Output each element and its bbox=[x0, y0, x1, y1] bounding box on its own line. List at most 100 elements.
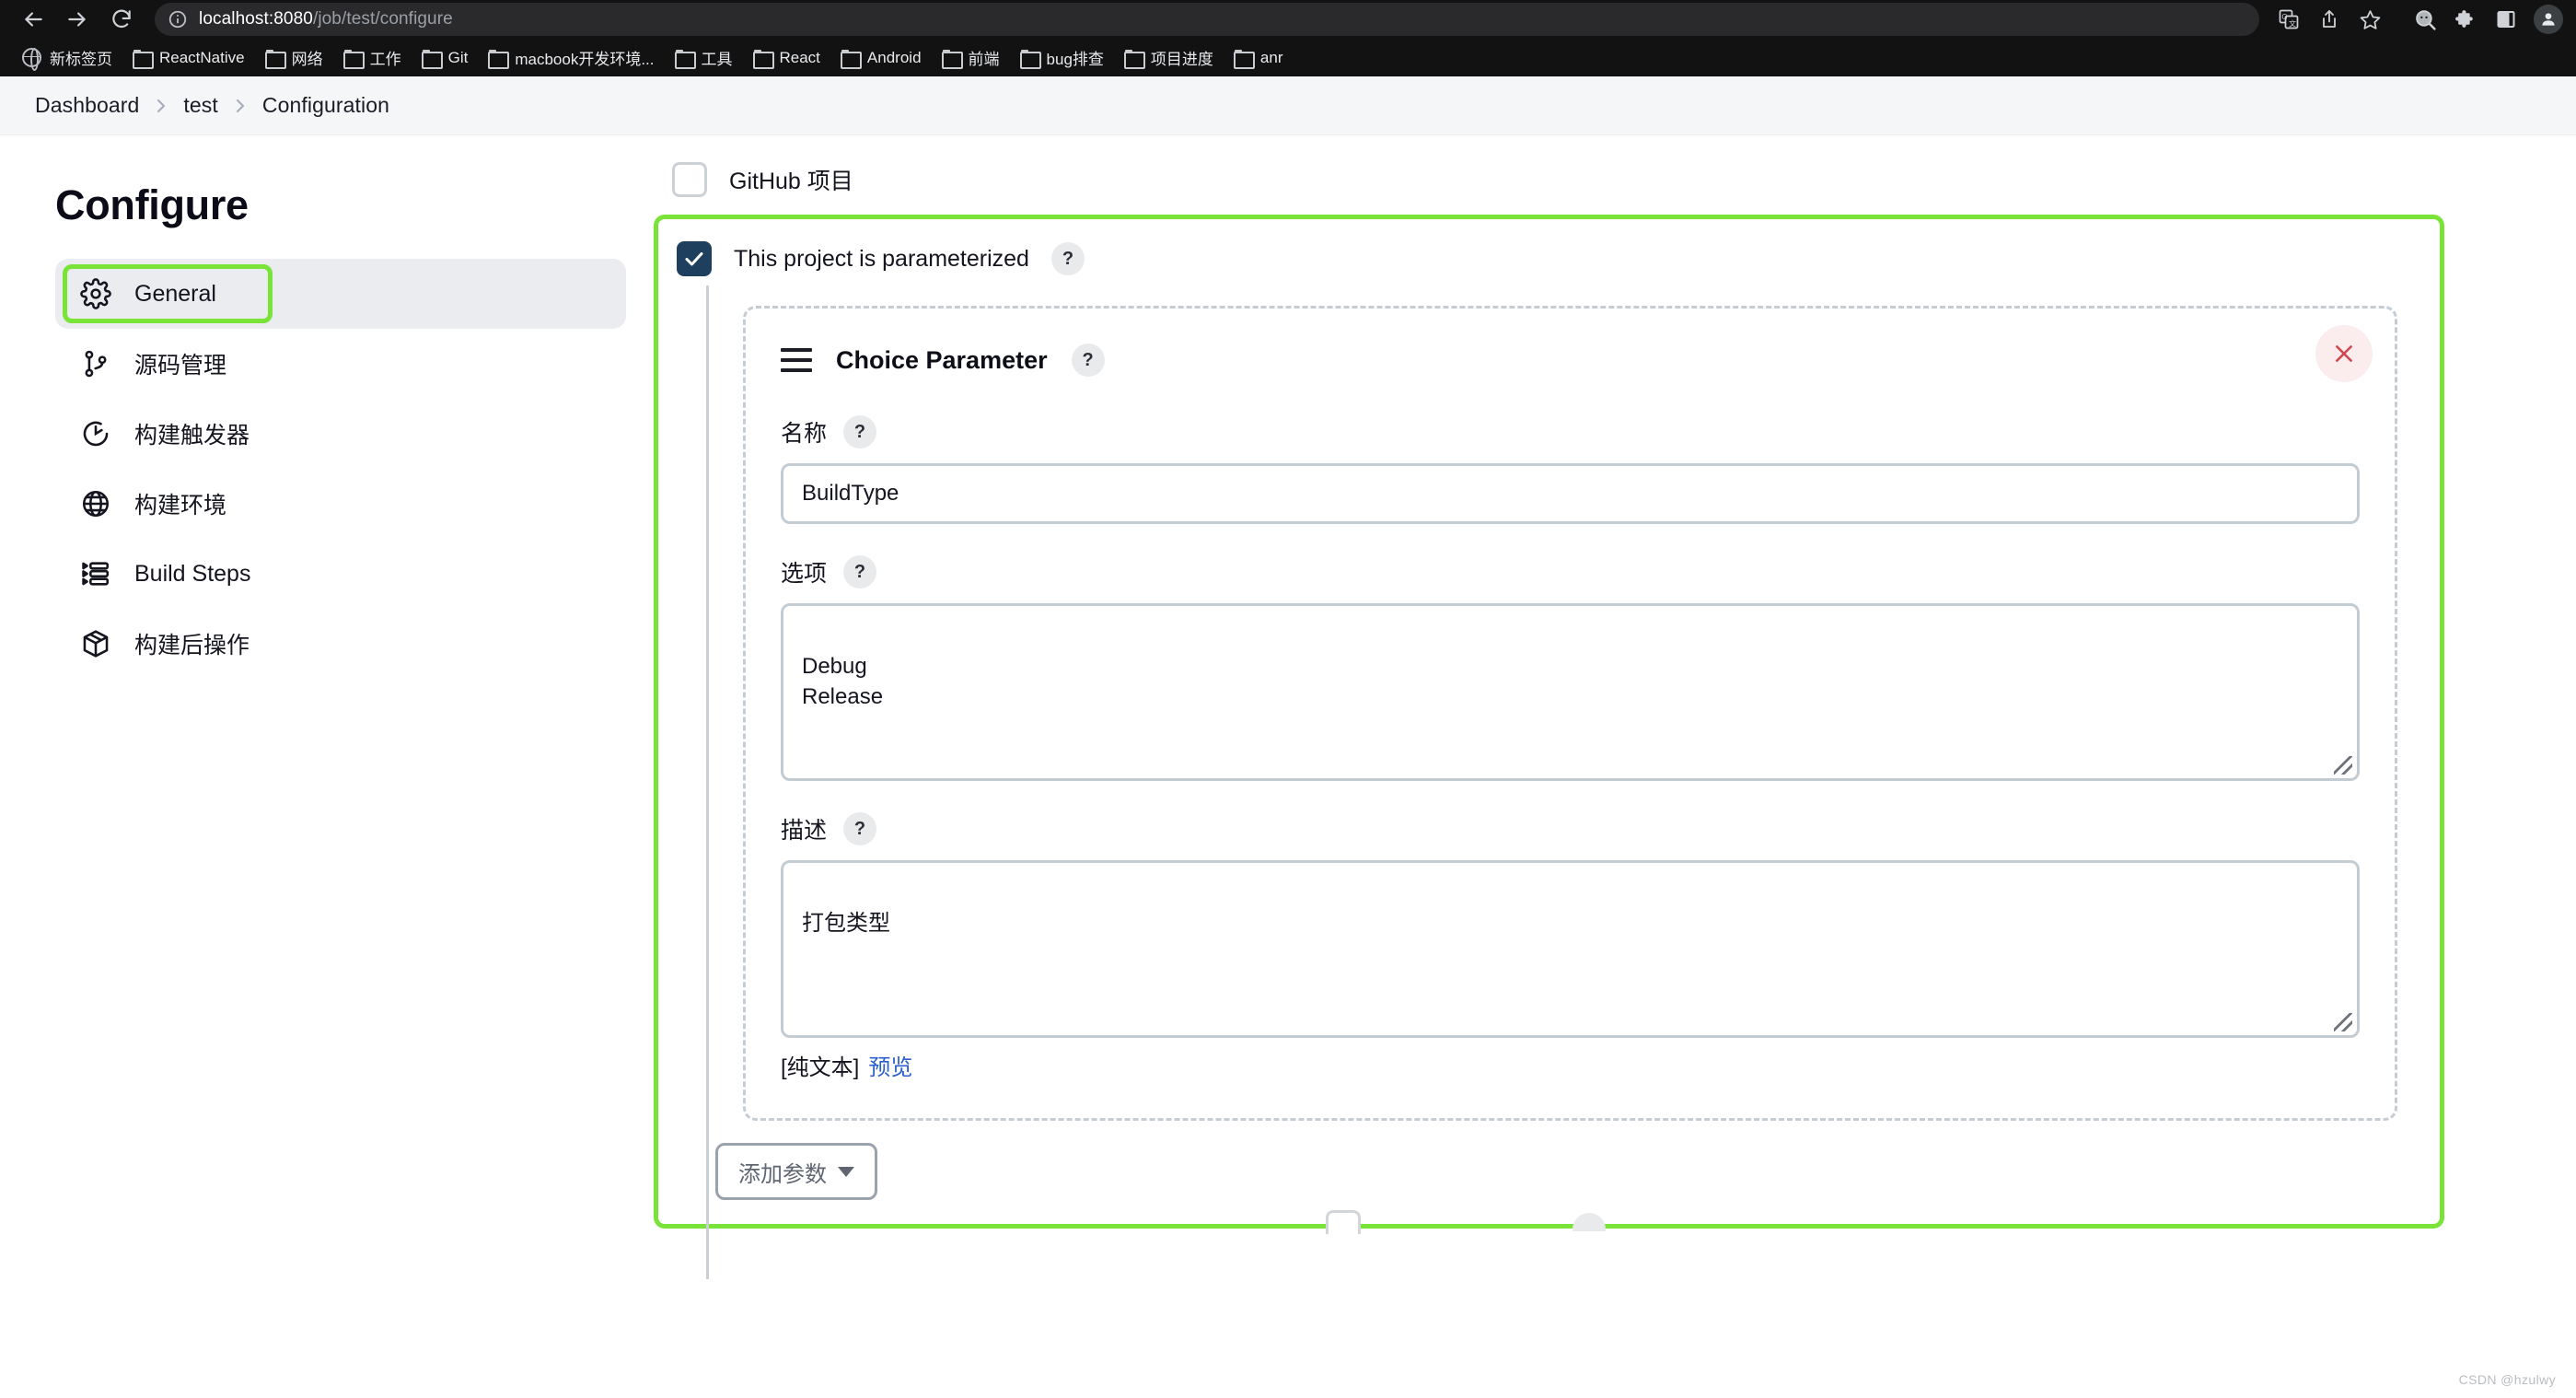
add-parameter-button[interactable]: 添加参数 bbox=[715, 1143, 877, 1200]
gear-icon bbox=[77, 275, 114, 312]
next-section-checkbox[interactable] bbox=[1326, 1210, 1361, 1234]
sidebar-item-post-build-actions[interactable]: 构建后操作 bbox=[55, 609, 626, 679]
bookmark-item[interactable]: 项目进度 bbox=[1115, 41, 1223, 74]
drag-handle-icon[interactable] bbox=[781, 348, 812, 372]
bookmark-item[interactable]: ReactNative bbox=[123, 44, 254, 72]
sidebar-item-label: 构建后操作 bbox=[134, 633, 250, 658]
folder-icon bbox=[1019, 50, 1041, 69]
github-project-row[interactable]: GitHub 项目 bbox=[672, 152, 2576, 207]
back-icon[interactable] bbox=[13, 3, 53, 36]
bookmark-label: 前端 bbox=[968, 51, 1000, 68]
bookmark-label: 新标签页 bbox=[50, 51, 112, 68]
bookmark-item[interactable]: bug排查 bbox=[1011, 41, 1113, 74]
reload-icon[interactable] bbox=[101, 3, 142, 36]
sidebar-item-label: 构建环境 bbox=[134, 493, 227, 518]
description-textarea[interactable]: 打包类型 bbox=[781, 860, 2360, 1038]
package-icon bbox=[77, 625, 114, 662]
options-textarea[interactable]: Debug Release bbox=[781, 603, 2360, 781]
profile-avatar-icon[interactable] bbox=[2534, 5, 2563, 34]
translate-icon[interactable]: G文 bbox=[2270, 3, 2307, 36]
browser-chrome: localhost:8080/job/test/configure G文 新标签… bbox=[0, 0, 2576, 76]
parameterized-checkbox[interactable] bbox=[677, 241, 712, 276]
sidebar-item-build-steps[interactable]: Build Steps bbox=[55, 539, 626, 609]
sidebar-item-build-triggers[interactable]: 构建触发器 bbox=[55, 399, 626, 469]
bookmark-item[interactable]: anr bbox=[1224, 44, 1293, 72]
markup-type-label: [纯文本] bbox=[781, 1055, 860, 1080]
bookmark-item[interactable]: macbook开发环境... bbox=[479, 41, 663, 74]
folder-icon bbox=[752, 50, 774, 69]
close-icon[interactable] bbox=[2315, 325, 2373, 382]
choice-parameter-card: Choice Parameter ? 名称 ? BuildType 选项 ? D… bbox=[743, 306, 2397, 1121]
search-extension-icon[interactable] bbox=[2407, 3, 2443, 36]
name-label-text: 名称 bbox=[781, 421, 828, 447]
resize-grip-icon[interactable] bbox=[2334, 756, 2352, 775]
description-field-group: 描述 ? 打包类型 [纯文本] 预览 bbox=[781, 812, 2360, 1081]
help-icon[interactable] bbox=[1572, 1213, 1606, 1231]
name-input[interactable]: BuildType bbox=[781, 463, 2360, 524]
bookmark-item[interactable]: 新标签页 bbox=[13, 41, 122, 74]
breadcrumb-item-configuration[interactable]: Configuration bbox=[262, 93, 389, 118]
description-textarea-value: 打包类型 bbox=[802, 911, 890, 937]
share-icon[interactable] bbox=[2311, 3, 2348, 36]
breadcrumb-item-dashboard[interactable]: Dashboard bbox=[35, 93, 139, 118]
folder-icon bbox=[1233, 50, 1255, 69]
help-icon[interactable]: ? bbox=[843, 415, 877, 449]
page-body: Dashboard test Configuration Configure G… bbox=[0, 76, 2576, 1398]
configure-main: GitHub 项目 This project is parameterized … bbox=[644, 135, 2576, 1279]
help-icon[interactable]: ? bbox=[843, 812, 877, 845]
extensions-puzzle-icon[interactable] bbox=[2447, 3, 2484, 36]
sidebar-item-build-environment[interactable]: 构建环境 bbox=[55, 469, 626, 539]
side-panel-icon[interactable] bbox=[2488, 3, 2524, 36]
add-parameter-label: 添加参数 bbox=[738, 1161, 827, 1187]
bookmark-label: React bbox=[779, 48, 820, 66]
bookmark-label: 项目进度 bbox=[1150, 51, 1213, 68]
bookmarks-bar: 新标签页 ReactNative 网络 工作 Git macbook开发环境..… bbox=[0, 39, 2576, 76]
bookmark-item[interactable]: 工作 bbox=[334, 41, 411, 74]
resize-grip-icon[interactable] bbox=[2334, 1013, 2352, 1031]
address-bar[interactable]: localhost:8080/job/test/configure bbox=[155, 3, 2259, 36]
address-bar-text: localhost:8080/job/test/configure bbox=[199, 9, 453, 29]
bookmark-item[interactable]: 前端 bbox=[933, 41, 1009, 74]
preview-link[interactable]: 预览 bbox=[868, 1049, 912, 1081]
help-icon[interactable]: ? bbox=[843, 555, 877, 588]
clock-icon bbox=[77, 415, 114, 452]
list-steps-icon bbox=[77, 555, 114, 592]
parameterized-row[interactable]: This project is parameterized ? bbox=[677, 232, 2440, 285]
folder-icon bbox=[421, 50, 443, 69]
globe-icon bbox=[22, 48, 41, 71]
bookmark-label: bug排查 bbox=[1046, 51, 1104, 68]
forward-arrow-icon[interactable] bbox=[57, 3, 98, 36]
bookmark-item[interactable]: React bbox=[744, 44, 830, 72]
url-host: localhost:8080 bbox=[199, 9, 313, 29]
bookmark-star-icon[interactable] bbox=[2351, 3, 2388, 36]
folder-icon bbox=[1123, 50, 1145, 69]
sidebar-item-label: 构建触发器 bbox=[134, 423, 250, 449]
bookmark-label: 工作 bbox=[369, 51, 401, 68]
help-icon[interactable]: ? bbox=[1050, 242, 1085, 275]
folder-icon bbox=[488, 50, 510, 69]
help-icon[interactable]: ? bbox=[1071, 344, 1105, 377]
folder-icon bbox=[674, 50, 696, 69]
sidebar-item-source-management[interactable]: 源码管理 bbox=[55, 329, 626, 399]
options-textarea-value: Debug Release bbox=[802, 654, 884, 710]
sidebar-item-label: 源码管理 bbox=[134, 353, 227, 379]
bookmark-item[interactable]: Android bbox=[831, 44, 931, 72]
github-project-checkbox[interactable] bbox=[672, 162, 707, 197]
tree-guide-line bbox=[706, 285, 709, 1279]
sidebar-item-label: Build Steps bbox=[134, 560, 251, 587]
globe-icon bbox=[77, 485, 114, 522]
bookmark-item[interactable]: 网络 bbox=[256, 41, 332, 74]
folder-icon bbox=[941, 50, 963, 69]
options-label-text: 选项 bbox=[781, 561, 828, 587]
bookmark-label: Git bbox=[447, 48, 469, 66]
sidebar-item-general[interactable]: General bbox=[55, 259, 626, 329]
breadcrumb-item-test[interactable]: test bbox=[183, 93, 217, 118]
github-project-label: GitHub 项目 bbox=[729, 169, 853, 194]
next-section-peek bbox=[1326, 1210, 1606, 1234]
bookmark-item[interactable]: Git bbox=[412, 44, 478, 72]
page-title: Configure bbox=[55, 181, 249, 228]
options-field-label: 选项 ? bbox=[781, 555, 2360, 588]
info-circle-icon[interactable] bbox=[168, 9, 188, 29]
chevron-right-icon bbox=[233, 95, 248, 117]
bookmark-item[interactable]: 工具 bbox=[666, 41, 742, 74]
